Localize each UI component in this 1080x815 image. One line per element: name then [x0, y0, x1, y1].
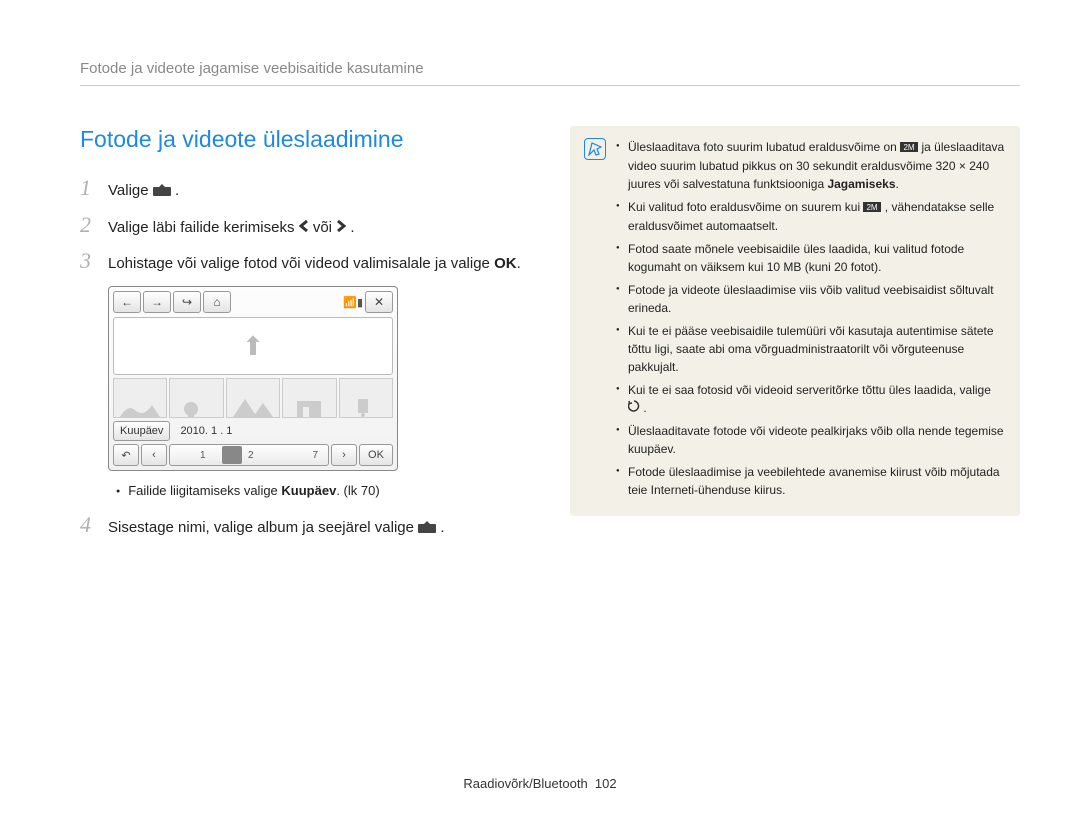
step-2: 2 Valige läbi failide kerimiseks või .: [80, 212, 530, 239]
chevron-right-icon: [336, 217, 346, 238]
scrubber[interactable]: 1 2 7: [169, 444, 329, 466]
note-pre: Failide liigitamiseks valige: [128, 483, 281, 498]
step-4-pre: Sisestage nimi, valige album ja seejärel…: [108, 519, 418, 536]
step-3-text-a: Lohistage või valige fotod või videod va…: [108, 255, 494, 272]
step-number: 3: [80, 248, 108, 274]
device-toolbar: ← → ↪ ⌂ 📶▮ ✕: [113, 291, 393, 313]
step-3: 3 Lohistage või valige fotod või videod …: [80, 248, 530, 274]
info-item: Fotode ja videote üleslaadimise viis või…: [616, 281, 1006, 317]
info-item: Üleslaaditavate fotode või videote pealk…: [616, 422, 1006, 458]
note-strong: Kuupäev: [281, 483, 336, 498]
step-number: 4: [80, 512, 108, 538]
page-header: Fotode ja videote jagamise veebisaitide …: [80, 60, 1020, 86]
scrub-tick: 7: [312, 450, 318, 461]
step-1: 1 Valige .: [80, 175, 530, 202]
upload-icon: [418, 518, 436, 539]
forward-button[interactable]: →: [143, 291, 171, 313]
right-column: Üleslaaditava foto suurim lubatud eraldu…: [570, 126, 1020, 549]
chevron-left-icon: [299, 217, 309, 238]
scrub-tick: 2: [248, 450, 254, 461]
note-post: . (lk 70): [336, 483, 379, 498]
info-list: Üleslaaditava foto suurim lubatud eraldu…: [616, 138, 1006, 504]
upload-arrow-icon: ⬆: [242, 331, 264, 362]
info-item: Üleslaaditava foto suurim lubatud eraldu…: [616, 138, 1006, 193]
step-2-post: .: [350, 219, 354, 236]
resolution-2m-icon: 2M: [863, 199, 881, 217]
return-button[interactable]: ↶: [113, 444, 139, 466]
footer-page: 102: [595, 776, 617, 791]
step-number: 2: [80, 212, 108, 238]
info-text: Kui te ei saa fotosid või videoid server…: [628, 383, 991, 397]
refresh-icon: [628, 399, 640, 417]
info-text: Kui valitud foto eraldusvõime on suurem …: [628, 200, 863, 214]
thumbnail[interactable]: [226, 378, 280, 418]
thumbnail-strip: [113, 378, 393, 418]
svg-text:2M: 2M: [904, 143, 915, 152]
device-screen: ← → ↪ ⌂ 📶▮ ✕ ⬆: [108, 286, 398, 471]
up-button[interactable]: ↪: [173, 291, 201, 313]
prev-button[interactable]: ‹: [141, 444, 167, 466]
footer-label: Raadiovõrk/Bluetooth: [463, 776, 587, 791]
step-1-post: .: [175, 182, 179, 199]
close-button[interactable]: ✕: [365, 291, 393, 313]
scrub-handle[interactable]: [222, 446, 242, 464]
thumbnail[interactable]: [169, 378, 223, 418]
back-button[interactable]: ←: [113, 291, 141, 313]
step-2-mid: või: [313, 219, 336, 236]
upload-drop-area[interactable]: ⬆: [113, 317, 393, 375]
step-1-pre: Valige: [108, 182, 153, 199]
step-4: 4 Sisestage nimi, valige album ja seejär…: [80, 512, 530, 539]
scrub-tick: 1: [200, 450, 206, 461]
resolution-2m-icon: 2M: [900, 139, 918, 157]
step-4-post: .: [440, 519, 444, 536]
signal-icon: 📶▮: [343, 296, 363, 309]
next-button[interactable]: ›: [331, 444, 357, 466]
date-value: 2010. 1 . 1: [174, 425, 232, 437]
step-3-ok: OK: [494, 255, 517, 272]
ok-button[interactable]: OK: [359, 444, 393, 466]
thumbnail[interactable]: [339, 378, 393, 418]
info-item: Fotod saate mõnele veebisaidile üles laa…: [616, 240, 1006, 276]
info-text: .: [643, 401, 646, 415]
info-item: Kui te ei saa fotosid või videoid server…: [616, 381, 1006, 418]
page-footer: Raadiovõrk/Bluetooth 102: [0, 776, 1080, 791]
info-icon: [584, 138, 606, 160]
info-box: Üleslaaditava foto suurim lubatud eraldu…: [570, 126, 1020, 516]
thumbnail[interactable]: [113, 378, 167, 418]
step-3-text-c: .: [517, 255, 521, 272]
date-filter-button[interactable]: Kuupäev: [113, 421, 170, 441]
info-strong: Jagamiseks: [827, 177, 895, 191]
info-text: Üleslaaditava foto suurim lubatud eraldu…: [628, 140, 900, 154]
info-item: Kui valitud foto eraldusvõime on suurem …: [616, 198, 1006, 235]
info-text: .: [896, 177, 899, 191]
step-number: 1: [80, 175, 108, 201]
upload-icon: [153, 181, 171, 202]
home-button[interactable]: ⌂: [203, 291, 231, 313]
left-column: Fotode ja videote üleslaadimine 1 Valige…: [80, 126, 530, 549]
thumbnail[interactable]: [282, 378, 336, 418]
step-2-pre: Valige läbi failide kerimiseks: [108, 219, 299, 236]
note-line: Failide liigitamiseks valige Kuupäev. (l…: [116, 483, 530, 498]
info-item: Kui te ei pääse veebisaidile tulemüüri v…: [616, 322, 1006, 376]
info-item: Fotode üleslaadimise ja veebilehtede ava…: [616, 463, 1006, 499]
svg-text:2M: 2M: [867, 203, 878, 212]
section-title: Fotode ja videote üleslaadimine: [80, 126, 530, 153]
